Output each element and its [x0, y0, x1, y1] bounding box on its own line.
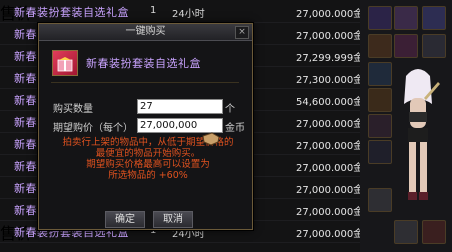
selected-item-name: 新春装扮套装自选礼盒 [86, 57, 201, 70]
equip-slot[interactable] [422, 6, 446, 30]
price-unit: 金币 [225, 123, 245, 134]
quantity-label: 购买数量 [53, 104, 93, 115]
market-row-name: 新春装扮套装自选礼盒 [14, 6, 129, 19]
cancel-button[interactable]: 取消 [153, 211, 193, 228]
dialog-title: 一键购买 [39, 24, 252, 41]
quick-buy-dialog: 一键购买 × 新春装扮套装自选礼盒 购买数量 27 个 期望购价（每个） 27,… [38, 23, 253, 230]
equip-slot[interactable] [368, 114, 392, 138]
equip-slot[interactable] [368, 6, 392, 30]
notice-line: 所选物品的 +60% [108, 170, 188, 181]
equip-slot[interactable] [422, 34, 446, 58]
equip-slot[interactable] [394, 6, 418, 30]
equip-slot[interactable] [368, 62, 392, 86]
equip-slot[interactable] [368, 188, 392, 212]
quantity-unit: 个 [225, 104, 235, 115]
notice-line: 期望购买价格最高可以设置为 [86, 159, 210, 170]
equip-slot[interactable] [368, 88, 392, 112]
equip-slot[interactable] [394, 220, 418, 244]
character-avatar [404, 69, 440, 200]
divider [51, 82, 239, 83]
equip-slot[interactable] [394, 34, 418, 58]
hand-cursor-icon [202, 132, 220, 146]
market-row-qty: 1 [150, 5, 157, 16]
equip-slot[interactable] [368, 140, 392, 164]
market-row[interactable]: 新春装扮套装自选礼盒 1 24小时 售价 27,000.000金币 [0, 0, 373, 23]
confirm-button[interactable]: 确定 [105, 211, 145, 228]
gift-box-icon [52, 50, 78, 76]
close-button[interactable]: × [235, 26, 249, 39]
quantity-input[interactable]: 27 [137, 99, 223, 114]
expected-price-label: 期望购价（每个） [53, 123, 133, 134]
equip-slot[interactable] [422, 220, 446, 244]
equip-slot[interactable] [368, 34, 392, 58]
market-row-time: 24小时 [172, 9, 205, 20]
